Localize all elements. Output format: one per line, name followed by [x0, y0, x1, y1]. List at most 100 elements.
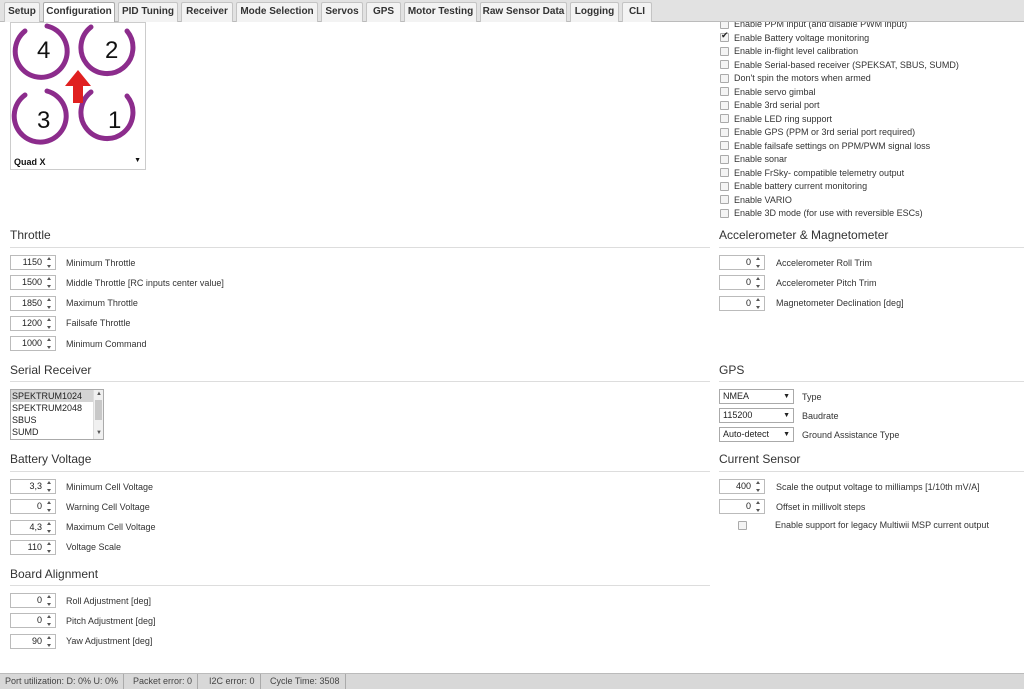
voltage-scale-value: 110: [27, 541, 42, 552]
battery-title: Battery Voltage: [10, 452, 92, 466]
maximum-throttle-input[interactable]: 1850: [10, 295, 56, 311]
yaw-adjustment-deg-value: 90: [31, 635, 42, 646]
mixer-select[interactable]: Quad X ▼: [11, 156, 145, 169]
minimum-throttle-input[interactable]: 1150: [10, 255, 56, 270]
tab-motor-testing[interactable]: Motor Testing: [404, 2, 477, 22]
feature-checkbox-enable-battery-voltage-monitoring[interactable]: [720, 31, 729, 42]
magnetometer-declination-deg-label: Magnetometer Declination [deg]: [776, 298, 904, 309]
spinner-arrows-icon[interactable]: [45, 615, 54, 627]
pitch-adjustment-deg-input[interactable]: 0: [10, 613, 56, 629]
feature-checkbox-enable-3rd-serial-port[interactable]: [720, 100, 729, 110]
yaw-adjustment-deg-input[interactable]: 90: [10, 633, 56, 649]
tab-raw-sensor-data[interactable]: Raw Sensor Data: [480, 2, 567, 22]
listbox-option-sbus[interactable]: SBUS: [11, 414, 93, 426]
tab-pid-tuning[interactable]: PID Tuning: [118, 2, 178, 22]
roll-adjustment-deg-value: 0: [36, 595, 42, 605]
feature-checkbox-enable-gps-ppm-or-3rd-serial-port-required[interactable]: [720, 127, 729, 137]
listbox-option-spektrum1024[interactable]: SPEKTRUM1024: [11, 390, 93, 402]
tab-servos[interactable]: Servos: [321, 2, 363, 22]
tab-logging[interactable]: Logging: [570, 2, 619, 22]
tab-configuration[interactable]: Configuration: [43, 2, 115, 23]
middle-throttle-rc-inputs-center-value-input[interactable]: 1500: [10, 275, 56, 291]
spinner-arrows-icon[interactable]: [45, 595, 54, 606]
feature-checkbox-don-t-spin-the-motors-when-armed[interactable]: [720, 73, 729, 83]
spinner-arrows-icon[interactable]: [45, 481, 54, 492]
feature-label: Enable PPM input (and disable PWM input): [734, 22, 908, 29]
feature-checkbox-enable-ppm-input-and-disable-pwm-input[interactable]: [720, 22, 729, 29]
tab-bar: Setup Configuration PID Tuning Receiver …: [0, 0, 1024, 23]
feature-label: Enable sonar: [734, 154, 788, 164]
spinner-arrows-icon[interactable]: [754, 297, 763, 309]
tab-setup[interactable]: Setup: [4, 2, 40, 22]
spinner-arrows-icon[interactable]: [45, 257, 54, 268]
failsafe-throttle-input[interactable]: 1200: [10, 315, 56, 331]
scale-the-output-voltage-to-milliamps-1-10th-mv-a-value: 400: [735, 481, 751, 491]
listbox-option-spektrum2048[interactable]: SPEKTRUM2048: [11, 402, 93, 414]
minimum-command-input[interactable]: 1000: [10, 336, 56, 352]
feature-checkbox-enable-led-ring-support[interactable]: [720, 114, 729, 123]
listbox-scrollbar[interactable]: ▲ ▼: [93, 390, 103, 439]
minimum-command-value: 1000: [21, 338, 42, 349]
warning-cell-voltage-input[interactable]: 0: [10, 499, 56, 515]
magnetometer-declination-deg-input[interactable]: 0: [719, 295, 765, 311]
feature-checkbox-enable-in-flight-level-calibration[interactable]: [720, 46, 729, 56]
spinner-arrows-icon[interactable]: [45, 277, 54, 289]
spinner-arrows-icon[interactable]: [754, 501, 763, 513]
feature-checkbox-enable-3d-mode-for-use-with-reversible-escs[interactable]: [720, 208, 729, 218]
tab-receiver[interactable]: Receiver: [181, 2, 233, 22]
feature-checkbox-enable-serial-based-receiver-speksat-sbus-sumd[interactable]: [720, 60, 729, 69]
accelerometer-pitch-trim-label: Accelerometer Pitch Trim: [776, 277, 877, 288]
tab-mode-selection[interactable]: Mode Selection: [236, 2, 318, 22]
spinner-arrows-icon[interactable]: [754, 277, 763, 289]
spinner-arrows-icon[interactable]: [45, 297, 54, 309]
feature-label: Enable VARIO: [734, 194, 792, 205]
yaw-adjustment-deg-label: Yaw Adjustment [deg]: [66, 636, 153, 647]
accelerometer-pitch-trim-input[interactable]: 0: [719, 275, 765, 291]
feature-checkbox-enable-battery-current-monitoring[interactable]: [720, 181, 729, 191]
spinner-arrows-icon[interactable]: [754, 481, 763, 492]
scale-the-output-voltage-to-milliamps-1-10th-mv-a-input[interactable]: 400: [719, 479, 765, 494]
scroll-up-icon[interactable]: ▲: [96, 391, 102, 397]
motor-4-label: 4: [37, 37, 51, 64]
listbox-option-sumd[interactable]: SUMD: [11, 426, 93, 438]
minimum-cell-voltage-input[interactable]: 3,3: [10, 479, 56, 494]
spinner-arrows-icon[interactable]: [45, 338, 54, 350]
spinner-arrows-icon[interactable]: [45, 501, 54, 513]
accelerometer-roll-trim-input[interactable]: 0: [719, 255, 765, 270]
roll-adjustment-deg-label: Roll Adjustment [deg]: [66, 595, 152, 606]
tab-gps[interactable]: GPS: [366, 2, 401, 22]
feature-checkbox-enable-servo-gimbal[interactable]: [720, 87, 729, 96]
spinner-arrows-icon[interactable]: [45, 521, 54, 533]
maximum-cell-voltage-input[interactable]: 4,3: [10, 519, 56, 535]
roll-adjustment-deg-input[interactable]: 0: [10, 593, 56, 608]
feature-checkbox-enable-frsky-compatible-telemetry-output[interactable]: [720, 168, 729, 177]
maximum-throttle-value: 1850: [21, 297, 42, 308]
current-divider: [719, 471, 1024, 472]
gps-divider: [719, 381, 1024, 382]
feature-checkbox-enable-failsafe-settings-on-ppm-pwm-signal-loss[interactable]: [720, 141, 729, 150]
spinner-arrows-icon[interactable]: [45, 635, 54, 647]
feature-checkbox-enable-sonar[interactable]: [720, 154, 729, 164]
scroll-down-icon[interactable]: ▼: [96, 430, 102, 436]
spinner-arrows-icon[interactable]: [754, 257, 763, 268]
gps-type-select[interactable]: NMEA ▼: [719, 389, 794, 404]
motor-3-label: 3: [37, 107, 51, 134]
feature-checkbox-enable-vario[interactable]: [720, 195, 729, 204]
serial-receiver-divider: [10, 381, 710, 382]
spinner-arrows-icon[interactable]: [45, 317, 54, 329]
gps-baudrate-select[interactable]: 115200 ▼: [719, 408, 794, 423]
minimum-cell-voltage-value: 3,3: [29, 481, 42, 491]
configuration-content: 4 2 3 1 Quad X ▼ Enable PPM input (and d…: [0, 22, 1024, 670]
serial-receiver-listbox[interactable]: SPEKTRUM1024 SPEKTRUM2048 SBUS SUMD ▲ ▼: [10, 389, 104, 440]
gps-ground-assistance-type-select[interactable]: Auto-detect ▼: [719, 427, 794, 442]
offset-in-millivolt-steps-input[interactable]: 0: [719, 499, 765, 515]
scroll-thumb[interactable]: [95, 400, 102, 420]
gps-baudrate-label: Baudrate: [802, 410, 839, 421]
quad-x-diagram: [11, 23, 136, 145]
spinner-arrows-icon[interactable]: [45, 541, 54, 553]
voltage-scale-input[interactable]: 110: [10, 539, 56, 555]
tab-cli[interactable]: CLI: [622, 2, 652, 22]
minimum-throttle-label: Minimum Throttle: [66, 257, 136, 268]
chevron-down-icon: ▼: [783, 412, 790, 419]
legacy-current-checkbox[interactable]: [738, 521, 747, 530]
